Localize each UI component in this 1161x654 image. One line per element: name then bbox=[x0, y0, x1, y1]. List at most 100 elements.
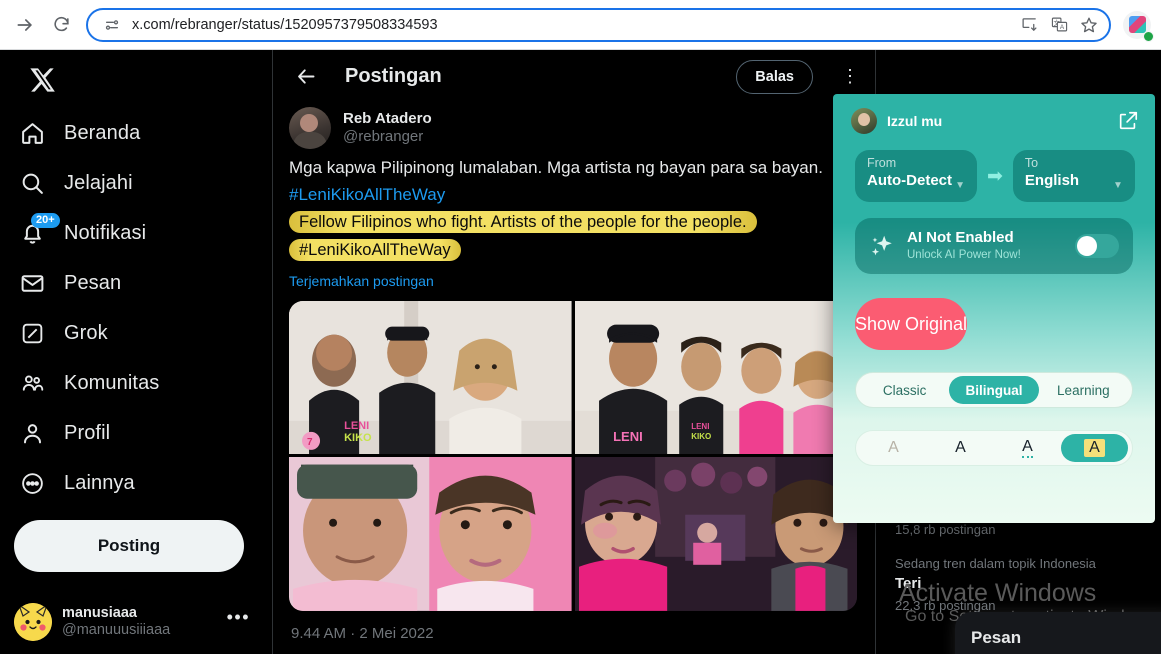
x-logo[interactable] bbox=[16, 54, 68, 106]
sidebar-item-label: Pesan bbox=[64, 271, 122, 294]
style-glyph: A bbox=[955, 439, 966, 456]
style-option-bold[interactable]: A bbox=[927, 434, 994, 462]
mode-option-bilingual[interactable]: Bilingual bbox=[949, 376, 1039, 404]
tweet-text: Mga kapwa Pilipinong lumalaban. Mga arti… bbox=[289, 151, 859, 263]
svg-text:A: A bbox=[1059, 24, 1064, 31]
sidebar: Beranda Jelajahi 20+ Notifikasi Pesan Gr… bbox=[0, 50, 272, 654]
browser-toolbar: x.com/rebranger/status/15209573795083345… bbox=[0, 0, 1161, 50]
main-header: Postingan Balas ⋮ bbox=[273, 50, 875, 103]
mode-segmented-control: Classic Bilingual Learning bbox=[855, 372, 1133, 408]
svg-text:LENI: LENI bbox=[344, 420, 369, 432]
translate-post-link[interactable]: Terjemahkan postingan bbox=[289, 263, 859, 289]
ai-toggle-switch[interactable] bbox=[1075, 234, 1119, 258]
google-translate-icon[interactable]: 文A bbox=[1049, 15, 1069, 35]
sparkle-icon bbox=[869, 233, 895, 259]
tweet: Reb Atadero @rebranger Mga kapwa Pilipin… bbox=[273, 103, 875, 642]
sidebar-item-label: Beranda bbox=[64, 121, 141, 144]
style-option-highlight[interactable]: A bbox=[1061, 434, 1128, 462]
author-names: Reb Atadero @rebranger bbox=[343, 110, 432, 146]
trend-name: Teri bbox=[895, 575, 922, 592]
more-dots-icon[interactable]: ••• bbox=[227, 607, 250, 638]
media-photo-1[interactable]: LENI KIKO 7 bbox=[289, 300, 572, 455]
trend-item[interactable]: Sedang tren dalam topik Indonesia Teri 2… bbox=[895, 546, 1147, 622]
sidebar-item-label: Grok bbox=[64, 321, 108, 344]
media-photo-2[interactable]: LENI LENI KIKO bbox=[574, 300, 857, 455]
mode-option-learning[interactable]: Learning bbox=[1039, 376, 1128, 404]
svg-text:KIKO: KIKO bbox=[691, 432, 711, 441]
from-language-dropdown[interactable]: From Auto-Detect ▼ bbox=[855, 150, 977, 202]
pikachu-avatar bbox=[14, 603, 52, 641]
home-icon bbox=[18, 119, 46, 147]
account-switcher[interactable]: manusiaaa @manuuusiiiaaa ••• bbox=[6, 594, 258, 650]
share-icon[interactable] bbox=[1117, 110, 1139, 132]
mode-option-classic[interactable]: Classic bbox=[860, 376, 949, 404]
panel-header: Izzul mu bbox=[833, 94, 1155, 140]
ai-card-texts: AI Not Enabled Unlock AI Power Now! bbox=[907, 229, 1063, 262]
sidebar-item-notifikasi[interactable]: 20+ Notifikasi bbox=[8, 208, 248, 258]
ai-feature-card[interactable]: AI Not Enabled Unlock AI Power Now! bbox=[855, 218, 1133, 274]
reply-button[interactable]: Balas bbox=[736, 59, 813, 94]
communities-icon bbox=[18, 369, 46, 397]
sidebar-item-profil[interactable]: Profil bbox=[8, 408, 248, 458]
style-glyph: A bbox=[888, 439, 899, 456]
style-glyph: A bbox=[1084, 439, 1105, 457]
style-option-dotted-underline[interactable]: A bbox=[994, 434, 1061, 462]
sidebar-item-pesan[interactable]: Pesan bbox=[8, 258, 248, 308]
account-name: manusiaaa bbox=[62, 605, 137, 622]
style-segmented-control: A A A A bbox=[855, 430, 1133, 466]
url-text: x.com/rebranger/status/15209573795083345… bbox=[132, 16, 438, 33]
svg-text:KIKO: KIKO bbox=[344, 432, 372, 444]
star-bookmark-icon[interactable] bbox=[1079, 15, 1099, 35]
to-language-dropdown[interactable]: To English ▼ bbox=[1012, 150, 1135, 202]
header-more-icon[interactable]: ⋮ bbox=[835, 66, 859, 87]
sidebar-item-beranda[interactable]: Beranda bbox=[8, 108, 248, 158]
account-handle: @manuuusiiiaaa bbox=[62, 622, 171, 638]
author-avatar[interactable] bbox=[289, 107, 331, 149]
sidebar-item-label: Notifikasi bbox=[64, 221, 147, 244]
svg-text:LENI: LENI bbox=[691, 422, 709, 431]
messages-dock[interactable]: Pesan bbox=[955, 612, 1161, 654]
extension-active-badge bbox=[1143, 30, 1154, 42]
back-arrow-icon[interactable] bbox=[289, 60, 323, 94]
sidebar-item-label: Jelajahi bbox=[64, 171, 133, 194]
search-icon bbox=[18, 169, 46, 197]
sidebar-item-grok[interactable]: Grok bbox=[8, 308, 248, 358]
panel-username: Izzul mu bbox=[887, 113, 943, 129]
language-selectors: From Auto-Detect ▼ ➡ To English ▼ bbox=[833, 140, 1155, 202]
reload-icon[interactable] bbox=[46, 10, 76, 40]
sidebar-item-label: Lainnya bbox=[64, 471, 135, 494]
ai-status-subtitle: Unlock AI Power Now! bbox=[907, 249, 1021, 262]
translate-extension-avatar[interactable] bbox=[1123, 10, 1154, 42]
tweet-translated-line: Fellow Filipinos who fight. Artists of t… bbox=[289, 210, 859, 235]
sidebar-item-lainnya[interactable]: Lainnya bbox=[8, 458, 248, 508]
tweet-translated-hashtag-line: #LeniKikoAllTheWay bbox=[289, 238, 859, 263]
forward-arrow-icon[interactable] bbox=[10, 10, 40, 40]
author-handle: @rebranger bbox=[343, 128, 424, 145]
tweet-translated-text: Fellow Filipinos who fight. Artists of t… bbox=[289, 210, 757, 233]
install-app-icon[interactable] bbox=[1019, 15, 1039, 35]
sidebar-item-komunitas[interactable]: Komunitas bbox=[8, 358, 248, 408]
media-photo-3[interactable] bbox=[289, 457, 572, 611]
tweet-media-grid[interactable]: LENI KIKO 7 LENI LENI KIKO bbox=[289, 300, 857, 611]
user-avatar[interactable] bbox=[851, 108, 877, 134]
post-button[interactable]: Posting bbox=[14, 520, 244, 572]
more-circle-icon bbox=[18, 469, 46, 497]
style-option-faded[interactable]: A bbox=[860, 434, 927, 462]
trend-category: Sedang tren dalam topik Indonesia bbox=[895, 555, 1096, 571]
address-bar[interactable]: x.com/rebranger/status/15209573795083345… bbox=[86, 7, 1111, 42]
sidebar-item-jelajahi[interactable]: Jelajahi bbox=[8, 158, 248, 208]
mail-icon bbox=[18, 269, 46, 297]
tweet-author[interactable]: Reb Atadero @rebranger bbox=[289, 103, 859, 151]
account-names: manusiaaa @manuuusiiiaaa bbox=[62, 605, 217, 638]
messages-dock-title: Pesan bbox=[971, 628, 1022, 647]
media-photo-4[interactable] bbox=[574, 457, 857, 611]
site-settings-icon[interactable] bbox=[102, 15, 122, 35]
from-value: Auto-Detect bbox=[867, 172, 952, 190]
tweet-original-hashtag[interactable]: #LeniKikoAllTheWay bbox=[289, 184, 859, 207]
ai-status-title: AI Not Enabled bbox=[907, 229, 1014, 247]
tweet-original-text: Mga kapwa Pilipinong lumalaban. Mga arti… bbox=[289, 158, 823, 177]
sidebar-item-label: Komunitas bbox=[64, 371, 160, 394]
show-original-button[interactable]: Show Original bbox=[855, 298, 968, 350]
tweet-timestamp: 9.44 AM · 2 Mei 2022 bbox=[291, 624, 434, 642]
bell-icon: 20+ bbox=[18, 213, 60, 247]
